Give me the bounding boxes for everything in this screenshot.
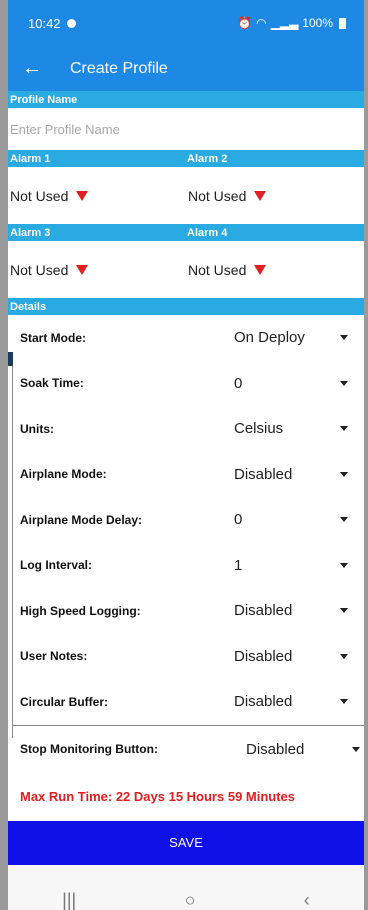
start-mode-label: Start Mode: [20,330,86,345]
log-interval-row[interactable]: Log Interval: 1 [8,543,364,589]
dropdown-arrow-icon [340,608,348,614]
frame-edge-right [364,0,368,910]
red-triangle-icon [76,264,89,275]
details-list: Start Mode: On Deploy Soak Time: 0 Units… [8,315,364,773]
alarm-1-value: Not Used [10,187,69,204]
notification-icon [66,18,76,28]
alarm-1-2-header: Alarm 1 Alarm 2 [8,150,364,167]
user-notes-label: User Notes: [20,649,88,664]
user-notes-row[interactable]: User Notes: Disabled [8,634,364,680]
high-speed-logging-label: High Speed Logging: [20,603,141,618]
status-bar: 10:42 ⏰ ◠ ▁▂▃ 100% [8,0,364,46]
units-value: Celsius [234,420,284,438]
system-nav-bar: ||| ○ ‹ [8,864,364,910]
dropdown-arrow-icon [340,380,348,386]
airplane-mode-value: Disabled [234,465,293,483]
wifi-icon: ◠ [256,16,267,30]
phone-screen: 10:42 ⏰ ◠ ▁▂▃ 100% ← Create Profile Prof… [8,0,364,910]
alarm-4-header: Alarm 4 [187,226,228,239]
log-interval-label: Log Interval: [20,558,93,573]
airplane-mode-delay-row[interactable]: Airplane Mode Delay: 0 [8,497,364,543]
dropdown-arrow-icon [340,562,348,568]
red-triangle-icon [254,190,267,201]
alarm-clock-icon: ⏰ [237,16,253,30]
dropdown-arrow-icon [340,426,348,432]
details-header-label: Details [10,300,47,313]
airplane-mode-delay-label: Airplane Mode Delay: [20,512,143,527]
alarm-3-value: Not Used [10,261,69,278]
back-arrow-icon[interactable]: ← [22,57,52,80]
profile-name-header: Profile Name [8,91,364,108]
soak-time-row[interactable]: Soak Time: 0 [8,361,364,407]
profile-name-header-label: Profile Name [10,93,78,106]
alarm-3-4-header: Alarm 3 Alarm 4 [8,224,364,241]
battery-level: 100% [302,16,333,30]
start-mode-value: On Deploy [234,329,305,347]
save-button[interactable]: SAVE [8,820,364,865]
page-title: Create Profile [70,59,168,77]
red-triangle-icon [254,264,267,275]
status-left: 10:42 [28,16,76,31]
signal-icon: ▁▂▃ [270,16,299,30]
alarm-3-4-row: Not Used Not Used [8,241,364,298]
status-right: ⏰ ◠ ▁▂▃ 100% [237,16,346,30]
alarm-2-header: Alarm 2 [187,152,228,165]
alarm-3-header: Alarm 3 [10,226,51,239]
profile-name-row [8,108,364,150]
circular-buffer-value: Disabled [234,693,293,711]
soak-time-label: Soak Time: [20,376,84,391]
dropdown-arrow-icon [340,699,348,705]
recent-apps-icon[interactable]: ||| [62,890,76,910]
stop-monitoring-value: Disabled [246,740,305,758]
stop-monitoring-label: Stop Monitoring Button: [20,742,158,756]
max-run-time: Max Run Time: 22 Days 15 Hours 59 Minute… [20,789,296,804]
high-speed-logging-row[interactable]: High Speed Logging: Disabled [8,588,364,634]
app-bar: ← Create Profile [8,46,364,91]
airplane-mode-row[interactable]: Airplane Mode: Disabled [8,452,364,498]
alarm-2-dropdown[interactable]: Not Used [186,188,364,204]
overlay-window-border [8,366,13,738]
alarm-4-dropdown[interactable]: Not Used [186,262,364,278]
dropdown-arrow-icon [340,335,348,341]
user-notes-value: Disabled [234,647,293,665]
soak-time-value: 0 [234,374,243,392]
airplane-mode-label: Airplane Mode: [20,467,107,482]
circular-buffer-row[interactable]: Circular Buffer: Disabled [8,679,364,725]
airplane-mode-delay-value: 0 [234,511,243,529]
dropdown-arrow-icon [340,471,348,477]
profile-name-input[interactable] [8,121,364,137]
overlay-window-edge [8,352,13,367]
units-label: Units: [20,421,54,436]
nav-back-icon[interactable]: ‹ [304,890,310,910]
start-mode-row[interactable]: Start Mode: On Deploy [8,315,364,361]
battery-icon [339,17,346,29]
stop-monitoring-row[interactable]: Stop Monitoring Button: Disabled [8,724,364,773]
alarm-1-2-row: Not Used Not Used [8,167,364,224]
dropdown-arrow-icon [340,517,348,523]
alarm-1-dropdown[interactable]: Not Used [8,188,186,204]
high-speed-logging-value: Disabled [234,602,293,620]
log-interval-value: 1 [234,556,243,574]
alarm-4-value: Not Used [188,261,247,278]
red-triangle-icon [76,190,89,201]
alarm-1-header: Alarm 1 [10,152,51,165]
alarm-2-value: Not Used [188,187,247,204]
details-header: Details [8,298,364,315]
alarm-3-dropdown[interactable]: Not Used [8,262,186,278]
status-time: 10:42 [28,15,61,31]
home-icon[interactable]: ○ [185,890,196,910]
units-row[interactable]: Units: Celsius [8,406,364,452]
circular-buffer-label: Circular Buffer: [20,694,109,709]
dropdown-arrow-icon [340,653,348,659]
dropdown-arrow-icon [352,746,360,752]
frame-edge-left [0,0,8,910]
